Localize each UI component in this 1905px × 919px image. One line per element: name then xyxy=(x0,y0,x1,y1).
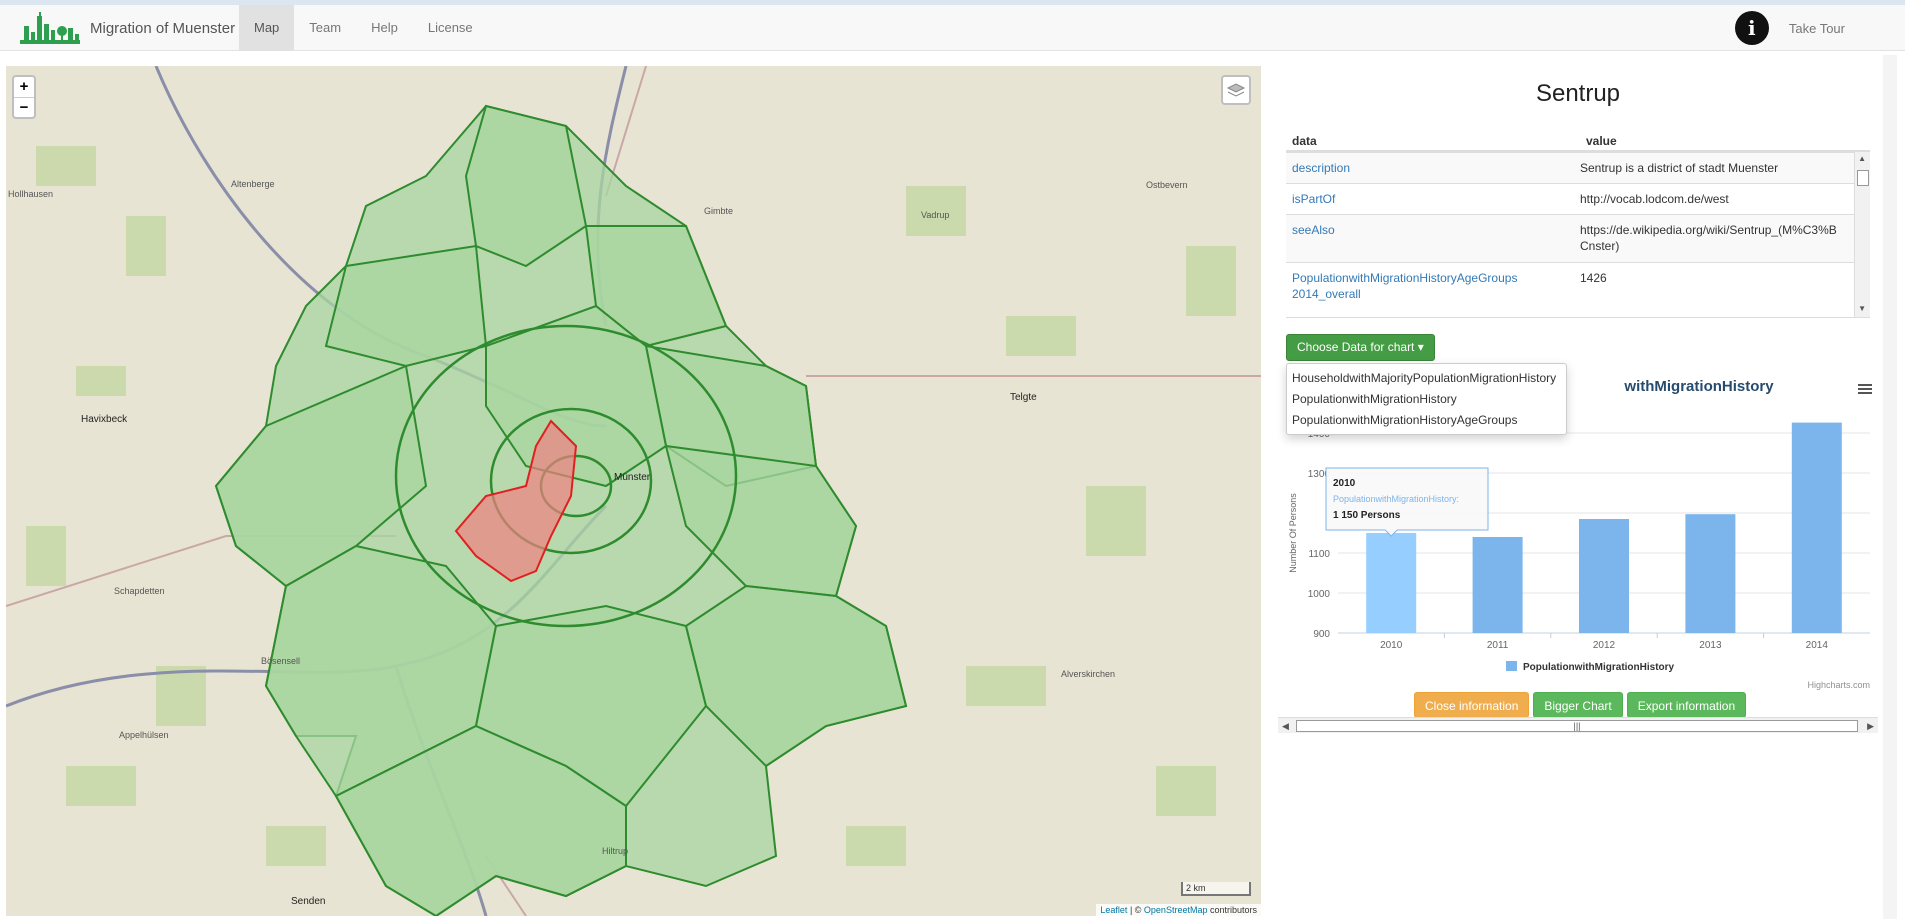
y-axis-title: Number Of Persons xyxy=(1288,493,1298,573)
place-label: Havixbeck xyxy=(81,414,128,425)
chart-data-menu: HouseholdwithMajorityPopulationMigration… xyxy=(1286,363,1567,435)
brand-title: Migration of Muenster xyxy=(90,19,236,37)
chart-menu-icon[interactable] xyxy=(1858,384,1872,394)
tooltip-title: 2010 xyxy=(1333,478,1356,489)
x-tick-label: 2014 xyxy=(1806,640,1829,651)
menu-item[interactable]: HouseholdwithMajorityPopulationMigration… xyxy=(1287,368,1566,389)
zoom-in-button[interactable]: + xyxy=(14,77,34,97)
action-buttons: Close information Bigger Chart Export in… xyxy=(1414,692,1750,718)
bar-chart: 9001000110013001400Number Of Persons2010… xyxy=(1288,422,1870,673)
y-tick-label: 1100 xyxy=(1308,549,1330,560)
legend-label: PopulationwithMigrationHistory xyxy=(1523,662,1675,673)
tooltip-value: 1 150 Persons xyxy=(1333,510,1401,521)
bar xyxy=(1366,533,1417,633)
header-data: data xyxy=(1292,134,1317,148)
map-scale: 2 km xyxy=(1181,882,1251,896)
attribution-rest: contributors xyxy=(1207,905,1257,915)
nav-team[interactable]: Team xyxy=(294,5,356,51)
place-label: Hiltrup xyxy=(602,846,629,856)
place-label: Alverskirchen xyxy=(1061,669,1116,679)
nav-help[interactable]: Help xyxy=(356,5,413,51)
place-label: Ostbevern xyxy=(1146,180,1188,190)
map[interactable]: + − Havixbeck Münster Telgte Senden Hilt… xyxy=(6,66,1261,916)
zoom-control: + − xyxy=(12,75,36,119)
nav-links: Map Team Help License xyxy=(239,5,488,51)
table-row: description Sentrup is a district of sta… xyxy=(1286,152,1860,183)
bar xyxy=(1578,519,1630,633)
table-header: data value xyxy=(1286,126,1870,152)
take-tour-label[interactable]: Take Tour xyxy=(1789,21,1845,36)
row-value: 1426 xyxy=(1580,271,1607,285)
row-key-link[interactable]: description xyxy=(1292,160,1522,176)
osm-link[interactable]: OpenStreetMap xyxy=(1144,905,1208,915)
x-tick-label: 2013 xyxy=(1699,640,1722,651)
place-label: Schapdetten xyxy=(114,586,165,596)
scroll-up-arrow-icon[interactable]: ▲ xyxy=(1858,154,1866,163)
nav-map[interactable]: Map xyxy=(239,5,295,51)
scroll-right-arrow-icon[interactable]: ▶ xyxy=(1867,721,1874,732)
page-scrollbar[interactable] xyxy=(1883,55,1897,919)
scroll-left-arrow-icon[interactable]: ◀ xyxy=(1282,721,1289,732)
menu-item[interactable]: PopulationwithMigrationHistory xyxy=(1287,389,1566,410)
row-value: https://de.wikipedia.org/wiki/Sentrup_(M… xyxy=(1580,223,1837,253)
highcharts-credit[interactable]: Highcharts.com xyxy=(1807,680,1870,690)
district-title: Sentrup xyxy=(1535,80,1621,107)
y-tick-label: 1000 xyxy=(1308,589,1331,600)
info-icon[interactable]: i xyxy=(1734,11,1769,45)
place-label: Gimbte xyxy=(704,206,734,216)
map-canvas[interactable] xyxy=(6,66,1261,916)
take-tour[interactable]: i Take Tour xyxy=(1734,11,1845,45)
scroll-down-arrow-icon[interactable]: ▼ xyxy=(1858,304,1866,313)
place-label: Hollhausen xyxy=(8,189,54,199)
scrollbar-thumb[interactable]: ||| xyxy=(1296,720,1858,732)
bar xyxy=(1685,514,1736,633)
map-attribution: Leaflet | © OpenStreetMap contributors xyxy=(1096,904,1261,916)
place-label: Münster xyxy=(614,472,651,483)
table-scrollbar[interactable]: ▲ ▼ xyxy=(1854,152,1870,317)
menu-item[interactable]: PopulationwithMigrationHistoryAgeGroups xyxy=(1287,410,1566,431)
tooltip-series: PopulationwithMigrationHistory: xyxy=(1333,494,1459,504)
zoom-out-button[interactable]: − xyxy=(14,97,34,117)
legend-swatch xyxy=(1506,661,1517,671)
bigger-chart-button[interactable]: Bigger Chart xyxy=(1533,692,1623,718)
layers-control[interactable] xyxy=(1221,75,1251,105)
row-key-link[interactable]: PopulationwithMigrationHistoryAgeGroups2… xyxy=(1292,270,1522,302)
chart-title-text: withMigrationHistory xyxy=(1624,378,1774,395)
place-label: Vadrup xyxy=(921,210,950,220)
nav-license[interactable]: License xyxy=(413,5,488,51)
row-key-link[interactable]: isPartOf xyxy=(1292,191,1522,207)
place-label: Senden xyxy=(291,896,326,907)
row-value: http://vocab.lodcom.de/west xyxy=(1580,192,1729,206)
x-tick-label: 2011 xyxy=(1487,640,1509,651)
city-skyline-logo-icon xyxy=(20,12,80,44)
data-table[interactable]: description Sentrup is a district of sta… xyxy=(1286,152,1870,318)
place-label: Telgte xyxy=(1010,392,1037,403)
header-value: value xyxy=(1586,134,1617,148)
table-row: seeAlso https://de.wikipedia.org/wiki/Se… xyxy=(1286,214,1860,262)
navbar: Migration of Muenster Map Team Help Lice… xyxy=(0,5,1905,51)
brand[interactable]: Migration of Muenster xyxy=(20,11,235,45)
attribution-separator: | © xyxy=(1127,905,1144,915)
bar xyxy=(1472,537,1523,633)
x-tick-label: 2010 xyxy=(1380,640,1403,651)
row-key-link[interactable]: seeAlso xyxy=(1292,222,1522,238)
x-tick-label: 2012 xyxy=(1593,640,1616,651)
row-value: Sentrup is a district of stadt Muenster xyxy=(1580,161,1779,175)
table-row: PopulationwithMigrationHistoryAgeGroups2… xyxy=(1286,262,1860,317)
horizontal-scrollbar[interactable]: ◀ ||| ▶ xyxy=(1278,717,1878,733)
place-label: Appelhülsen xyxy=(119,730,169,740)
place-label: Bösensell xyxy=(261,656,301,666)
leaflet-link[interactable]: Leaflet xyxy=(1100,905,1127,915)
layers-icon xyxy=(1226,83,1246,97)
scrollbar-thumb[interactable] xyxy=(1857,170,1869,186)
y-tick-label: 900 xyxy=(1313,629,1330,640)
bar xyxy=(1791,422,1842,633)
choose-data-dropdown-button[interactable]: Choose Data for chart ▾ xyxy=(1286,334,1435,361)
table-row: isPartOf http://vocab.lodcom.de/west xyxy=(1286,183,1860,214)
place-label: Altenberge xyxy=(231,179,275,189)
export-information-button[interactable]: Export information xyxy=(1626,692,1747,718)
info-panel: Sentrup data value description Sentrup i… xyxy=(1278,66,1878,916)
close-information-button[interactable]: Close information xyxy=(1414,692,1530,718)
